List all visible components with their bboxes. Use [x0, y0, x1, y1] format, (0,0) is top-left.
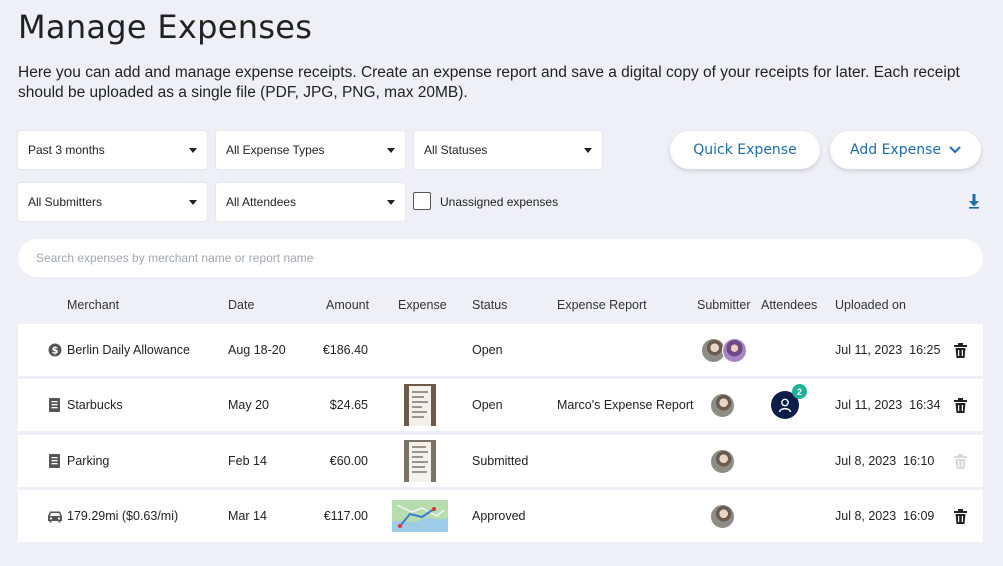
unassigned-checkbox[interactable]	[413, 192, 431, 210]
receipt-icon	[49, 379, 60, 431]
car-icon	[47, 490, 63, 542]
expense-date: Feb 14	[228, 454, 267, 468]
delete-icon-disabled	[954, 435, 967, 487]
expense-amount: €60.00	[329, 454, 368, 468]
search-input[interactable]	[18, 239, 983, 277]
avatar	[710, 448, 735, 474]
expense-type-select[interactable]: All Expense Types	[216, 131, 405, 169]
column-header-amount[interactable]: Amount	[326, 298, 369, 312]
avatar	[710, 503, 735, 529]
uploaded-on: Jul 11, 2023 16:34	[835, 398, 941, 412]
caret-down-icon	[189, 199, 197, 205]
submitter-avatars	[701, 324, 747, 376]
add-expense-label: Add Expense	[850, 142, 941, 158]
chevron-down-icon	[949, 146, 961, 154]
expense-date: Mar 14	[228, 509, 267, 523]
caret-down-icon	[387, 199, 395, 205]
attendee-count-badge: 2	[792, 384, 807, 399]
receipt-icon	[49, 435, 60, 487]
submitter-avatars	[710, 379, 735, 431]
expense-amount: €186.40	[322, 343, 368, 357]
status-select-value: All Statuses	[424, 143, 488, 157]
expense-status: Approved	[472, 509, 526, 523]
delete-icon[interactable]	[954, 379, 967, 431]
attendee-select-value: All Attendees	[226, 195, 297, 209]
download-icon[interactable]	[968, 193, 980, 209]
column-header-date[interactable]: Date	[228, 298, 254, 312]
page-description: Here you can add and manage expense rece…	[18, 64, 960, 101]
merchant-name: Starbucks	[67, 398, 123, 412]
avatar	[710, 392, 735, 418]
expense-status: Open	[472, 398, 503, 412]
quick-expense-button[interactable]: Quick Expense	[670, 131, 820, 169]
person-icon	[778, 398, 792, 413]
uploaded-on: Jul 8, 2023 16:09	[835, 509, 935, 523]
dollar-circle-icon: $	[48, 324, 62, 376]
expense-date: May 20	[228, 398, 269, 412]
receipt-thumbnail[interactable]	[404, 379, 436, 431]
caret-down-icon	[189, 147, 197, 153]
expense-type-select-value: All Expense Types	[226, 143, 325, 157]
table-row[interactable]: 179.29mi ($0.63/mi) Mar 14 €117.00 Appro…	[18, 490, 983, 542]
avatar	[722, 337, 747, 363]
expense-date: Aug 18-20	[228, 343, 286, 357]
quick-expense-label: Quick Expense	[693, 142, 797, 158]
expense-amount: $24.65	[329, 398, 368, 412]
expense-report[interactable]: Marco's Expense Report	[557, 379, 693, 431]
delete-icon[interactable]	[954, 490, 967, 542]
expense-status: Submitted	[472, 454, 529, 468]
merchant-name: 179.29mi ($0.63/mi)	[67, 509, 179, 523]
column-header-uploaded[interactable]: Uploaded on	[835, 298, 906, 312]
table-row[interactable]: Parking Feb 14 €60.00 Submitted Jul 8, 2…	[18, 435, 983, 487]
caret-down-icon	[584, 147, 592, 153]
period-select[interactable]: Past 3 months	[18, 131, 207, 169]
table-row[interactable]: Starbucks May 20 $24.65 Open Marco's Exp…	[18, 379, 983, 431]
uploaded-on: Jul 11, 2023 16:25	[835, 343, 941, 357]
submitter-select-value: All Submitters	[28, 195, 103, 209]
attendee-group[interactable]: 2	[771, 379, 807, 431]
column-header-status[interactable]: Status	[472, 298, 507, 312]
attendee-avatar: 2	[771, 384, 807, 419]
expense-status: Open	[472, 343, 503, 357]
attendee-select[interactable]: All Attendees	[216, 183, 405, 221]
submitter-select[interactable]: All Submitters	[18, 183, 207, 221]
submitter-avatars	[710, 490, 735, 542]
page-title: Manage Expenses	[18, 8, 313, 46]
table-row[interactable]: $ Berlin Daily Allowance Aug 18-20 €186.…	[18, 324, 983, 376]
column-header-merchant[interactable]: Merchant	[67, 298, 119, 312]
submitter-avatars	[710, 435, 735, 487]
receipt-thumbnail[interactable]	[404, 435, 436, 487]
merchant-name: Parking	[67, 454, 110, 468]
caret-down-icon	[387, 147, 395, 153]
column-header-submitter[interactable]: Submitter	[697, 298, 751, 312]
unassigned-label: Unassigned expenses	[440, 195, 559, 209]
svg-text:$: $	[52, 346, 59, 357]
delete-icon[interactable]	[954, 324, 967, 376]
merchant-name: Berlin Daily Allowance	[67, 343, 190, 357]
map-thumbnail[interactable]	[392, 490, 448, 542]
column-header-report[interactable]: Expense Report	[557, 298, 647, 312]
column-header-attendees: Attendees	[761, 298, 818, 312]
column-header-expense: Expense	[398, 298, 447, 312]
period-select-value: Past 3 months	[28, 143, 105, 157]
status-select[interactable]: All Statuses	[414, 131, 602, 169]
add-expense-button[interactable]: Add Expense	[830, 131, 981, 169]
expense-amount: €117.00	[323, 509, 368, 523]
uploaded-on: Jul 8, 2023 16:10	[835, 454, 935, 468]
